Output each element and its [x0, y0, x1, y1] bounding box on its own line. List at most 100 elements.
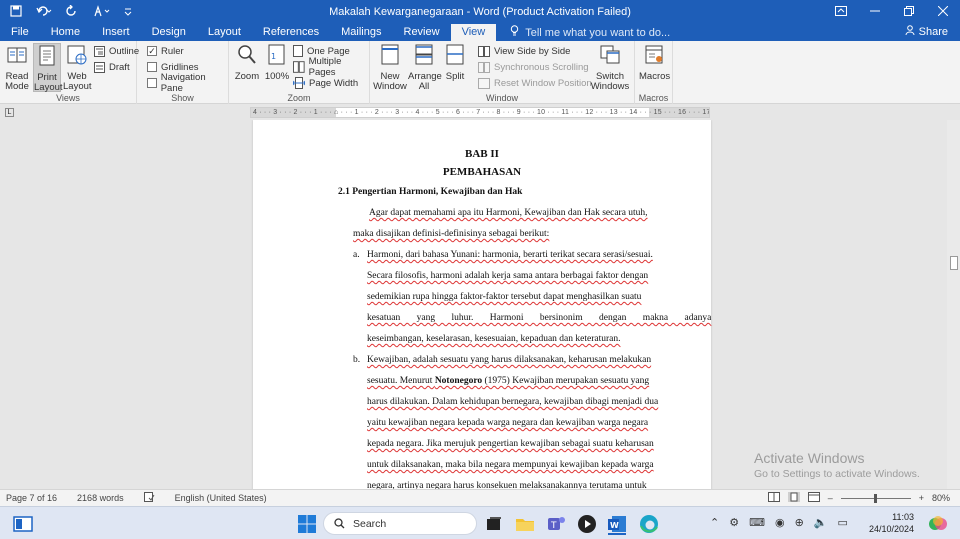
web-layout-button[interactable]: Web Layout	[63, 43, 92, 92]
web-layout-view-icon[interactable]	[807, 492, 820, 504]
synchronous-scrolling-button[interactable]: Synchronous Scrolling	[478, 60, 589, 74]
close-icon[interactable]	[926, 0, 960, 24]
draft-button[interactable]: Draft	[94, 60, 130, 74]
outline-button[interactable]: Outline	[94, 44, 139, 58]
media-player-icon[interactable]	[576, 513, 598, 535]
tab-insert[interactable]: Insert	[91, 24, 141, 41]
multiple-pages-label: Multiple Pages	[308, 56, 342, 78]
task-view-icon[interactable]	[483, 513, 505, 535]
volume-icon[interactable]: 🔈	[814, 516, 828, 529]
read-mode-icon	[7, 47, 27, 63]
tab-file[interactable]: File	[0, 24, 40, 41]
page-count[interactable]: Page 7 of 16	[6, 493, 57, 503]
multiple-pages-button[interactable]: Multiple Pages	[293, 56, 369, 78]
switch-windows-icon	[600, 45, 620, 64]
document-area[interactable]: BAB II PEMBAHASAN 2.1 Pengertian Harmoni…	[0, 120, 947, 489]
view-side-by-side-button[interactable]: View Side by Side	[478, 44, 570, 58]
network-settings-icon[interactable]: ⚙	[729, 516, 739, 529]
scrollbar-thumb[interactable]	[950, 256, 958, 270]
tab-view[interactable]: View	[450, 24, 497, 41]
start-icon[interactable]	[296, 513, 318, 535]
language-status[interactable]: English (United States)	[175, 493, 267, 503]
paragraph-fragment: (1975) Kewajiban merupakan sesuatu yang	[482, 376, 650, 386]
wifi-icon[interactable]: ◉	[775, 516, 785, 529]
tab-layout[interactable]: Layout	[197, 24, 252, 41]
zoom-button[interactable]: Zoom	[234, 43, 260, 82]
share-label: Share	[918, 26, 948, 38]
word-count[interactable]: 2168 words	[77, 493, 124, 503]
print-layout-icon	[39, 45, 55, 66]
customize-icon[interactable]	[124, 5, 132, 20]
clock[interactable]: 11:03 24/10/2024	[869, 511, 914, 535]
tab-references[interactable]: References	[252, 24, 330, 41]
split-button[interactable]: Split	[442, 43, 468, 82]
page-width-button[interactable]: Page Width	[293, 76, 358, 90]
ruler-checkbox[interactable]: ✓ Ruler	[147, 44, 184, 58]
outline-label: Outline	[109, 45, 140, 57]
undo-icon[interactable]	[36, 5, 52, 20]
paragraph-fragment: sesuatu. Menurut	[367, 376, 435, 386]
print-layout-button[interactable]: Print Layout	[33, 43, 63, 93]
read-mode-view-icon[interactable]	[767, 492, 780, 504]
zoom-in-icon[interactable]: +	[919, 493, 924, 503]
title-bar: Makalah Kewarganegaraan - Word (Product …	[0, 0, 960, 24]
touch-mode-icon[interactable]	[92, 4, 110, 20]
zoom-label: Zoom	[234, 71, 260, 82]
chevron-up-icon[interactable]: ⌃	[710, 516, 719, 529]
vertical-scrollbar[interactable]	[947, 120, 960, 489]
zoom-out-icon[interactable]: –	[828, 493, 833, 503]
paragraph-line: Agar dapat memahami apa itu Harmoni, Kew…	[369, 208, 648, 218]
battery-icon[interactable]: ▭	[838, 516, 848, 529]
taskbar-search[interactable]: Search	[323, 512, 477, 535]
macros-button[interactable]: Macros	[639, 43, 670, 82]
ribbon-display-icon[interactable]	[824, 0, 858, 24]
reset-window-position-button[interactable]: Reset Window Position	[478, 76, 592, 90]
tab-review[interactable]: Review	[393, 24, 451, 41]
zoom-100-button[interactable]: 1 100%	[264, 43, 290, 82]
print-layout-view-icon[interactable]	[787, 492, 800, 504]
file-explorer-icon[interactable]	[514, 513, 536, 535]
widgets-icon[interactable]	[12, 513, 34, 535]
person-icon	[905, 24, 915, 40]
zoom-slider[interactable]	[840, 493, 911, 503]
switch-windows-button[interactable]: Switch Windows	[590, 43, 630, 92]
macros-icon	[645, 45, 663, 64]
tab-selector[interactable]: L	[5, 108, 14, 117]
paragraph-line: Harmoni, dari bahasa Yunani: harmonia, b…	[367, 250, 653, 260]
svg-text:W: W	[610, 521, 619, 530]
tab-mailings[interactable]: Mailings	[330, 24, 392, 41]
svg-text:T: T	[550, 521, 557, 531]
paragraph-fragment-bold: Notonegoro	[434, 376, 483, 386]
tell-me-box[interactable]: Tell me what you want to do...	[510, 25, 670, 41]
restore-icon[interactable]	[892, 0, 926, 24]
horizontal-ruler[interactable]: 4 · · · 3 · · · 2 · · · 1 · · · ⌂ · · · …	[250, 107, 710, 118]
proofing-icon[interactable]	[143, 492, 155, 504]
navigation-pane-checkbox[interactable]: Navigation Pane	[147, 72, 228, 94]
tab-design[interactable]: Design	[141, 24, 197, 41]
keyboard-icon[interactable]: ⌨	[749, 516, 765, 529]
ruler-scale: 4 · · · 3 · · · 2 · · · 1 · · · ⌂ · · · …	[253, 109, 710, 116]
document-page[interactable]: BAB II PEMBAHASAN 2.1 Pengertian Harmoni…	[253, 120, 711, 489]
edge-icon[interactable]	[638, 513, 660, 535]
web-layout-label: Web Layout	[63, 71, 92, 92]
paragraph-line: sesuatu. Menurut Notonegoro (1975) Kewaj…	[367, 376, 649, 386]
arrange-all-button[interactable]: Arrange All	[408, 43, 442, 92]
new-window-button[interactable]: New Window	[373, 43, 407, 92]
ribbon-view: Read Mode Print Layout Web Layout Outlin…	[0, 41, 960, 104]
minimize-icon[interactable]	[858, 0, 892, 24]
window-group: New Window Arrange All Split View Side b…	[370, 41, 635, 104]
ruler-check-icon: ✓	[147, 46, 157, 56]
teams-icon[interactable]: T	[545, 513, 567, 535]
save-icon[interactable]	[10, 4, 22, 20]
language-icon[interactable]: ⊕	[795, 516, 804, 529]
share-button[interactable]: Share	[905, 24, 948, 40]
word-icon[interactable]: W	[606, 513, 628, 535]
copilot-icon[interactable]	[927, 513, 949, 535]
zoom-level[interactable]: 80%	[932, 493, 950, 503]
zoom-slider-thumb[interactable]	[873, 493, 877, 503]
tab-home[interactable]: Home	[40, 24, 91, 41]
magnifier-icon	[238, 45, 256, 64]
gridlines-label: Gridlines	[161, 61, 199, 73]
redo-icon[interactable]	[66, 4, 78, 20]
read-mode-button[interactable]: Read Mode	[3, 43, 31, 92]
